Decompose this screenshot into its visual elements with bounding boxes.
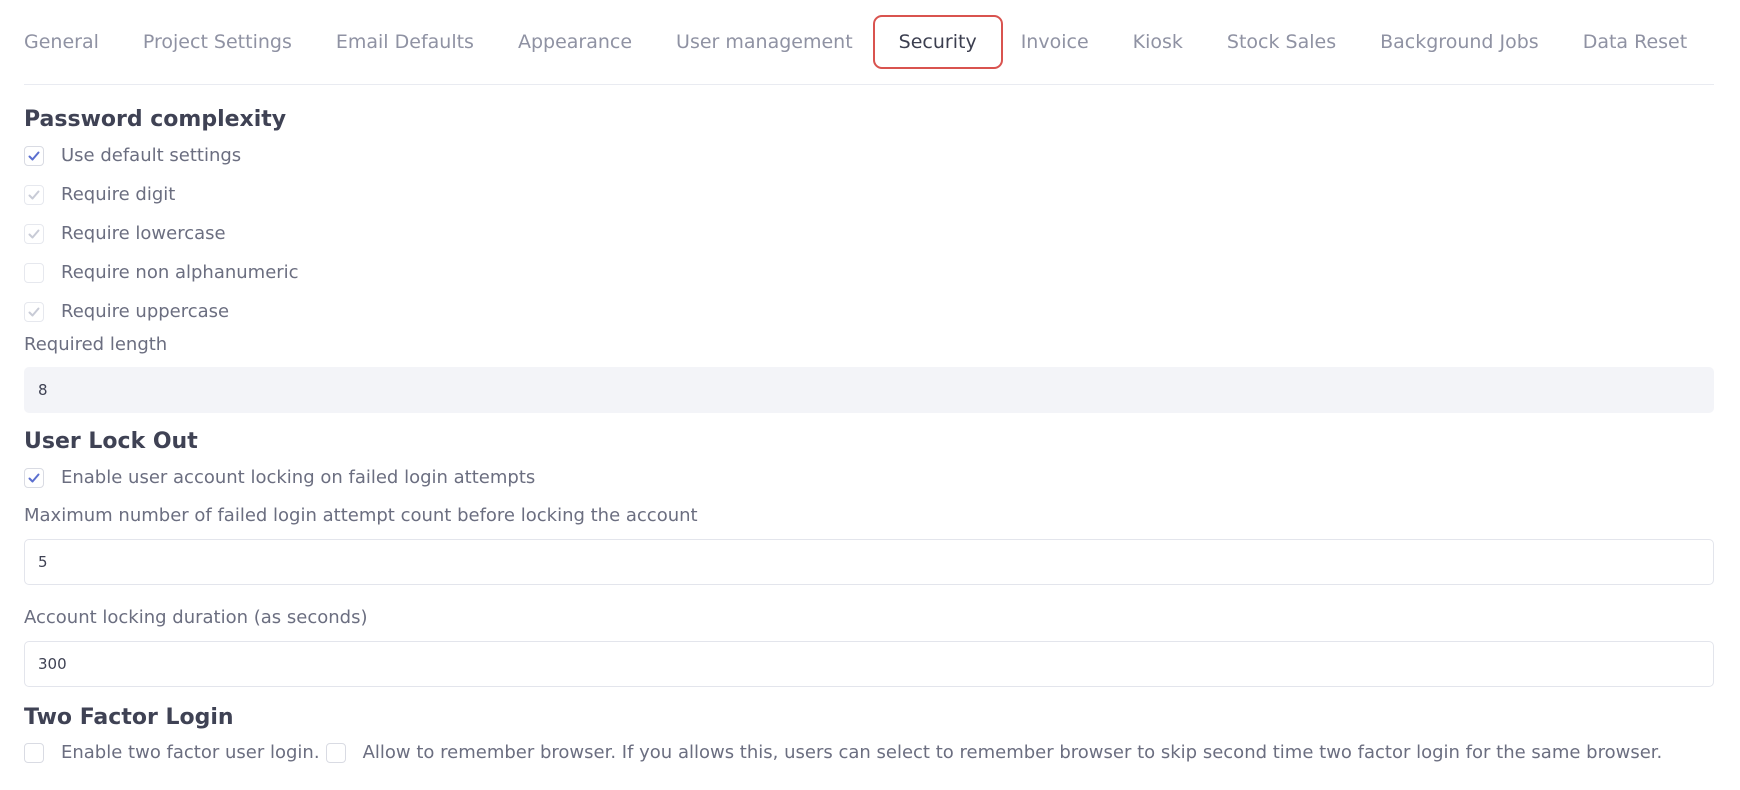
required-length-label: Required length (24, 334, 168, 355)
require-digit-checkbox[interactable] (24, 184, 44, 205)
option-enable-account-locking[interactable]: Enable user account locking on failed lo… (24, 458, 535, 497)
password-complexity-title: Password complexity (24, 107, 287, 132)
max-attempts-label: Maximum number of failed login attempt c… (24, 505, 698, 526)
enable-account-locking-label: Enable user account locking on failed lo… (61, 467, 536, 488)
check-icon (28, 307, 40, 316)
required-length-input[interactable] (24, 367, 1714, 413)
tab-email-defaults[interactable]: Email Defaults (336, 15, 474, 69)
require-uppercase-label: Require uppercase (61, 301, 230, 322)
option-require-digit[interactable]: Require digit (24, 175, 299, 214)
require-non-alphanumeric-label: Require non alphanumeric (61, 262, 299, 283)
check-icon (28, 151, 40, 160)
two-factor-options: Enable two factor user login. Allow to r… (24, 733, 1668, 772)
check-icon (28, 473, 40, 482)
settings-page: General Project Settings Email Defaults … (24, 0, 1714, 763)
tab-stock-sales[interactable]: Stock Sales (1227, 15, 1336, 69)
password-options: Use default settings Require digit Requi… (24, 136, 299, 331)
option-require-uppercase[interactable]: Require uppercase (24, 292, 299, 331)
max-attempts-input[interactable] (24, 539, 1714, 585)
user-lock-out-title: User Lock Out (24, 429, 198, 454)
check-icon (28, 229, 40, 238)
lock-duration-input[interactable] (24, 641, 1714, 687)
settings-tabs: General Project Settings Email Defaults … (24, 0, 1714, 85)
option-use-default-settings[interactable]: Use default settings (24, 136, 299, 175)
tab-general[interactable]: General (24, 15, 99, 69)
tab-data-reset[interactable]: Data Reset (1583, 15, 1687, 69)
enable-two-factor-label: Enable two factor user login. (61, 742, 320, 763)
option-require-lowercase[interactable]: Require lowercase (24, 214, 299, 253)
option-require-non-alphanumeric[interactable]: Require non alphanumeric (24, 253, 299, 292)
use-default-settings-checkbox[interactable] (24, 145, 44, 166)
check-icon (28, 190, 40, 199)
require-non-alphanumeric-checkbox[interactable] (24, 262, 44, 283)
use-default-settings-label: Use default settings (61, 145, 242, 166)
tab-security[interactable]: Security (872, 15, 1003, 69)
remember-browser-checkbox[interactable] (325, 742, 346, 763)
tab-user-management[interactable]: User management (676, 15, 853, 69)
tab-project-settings[interactable]: Project Settings (143, 15, 292, 69)
require-lowercase-label: Require lowercase (61, 223, 226, 244)
tab-invoice[interactable]: Invoice (1021, 15, 1089, 69)
remember-browser-label: Allow to remember browser. If you allows… (362, 742, 1663, 763)
lock-duration-label: Account locking duration (as seconds) (24, 607, 368, 628)
tab-background-jobs[interactable]: Background Jobs (1380, 15, 1539, 69)
enable-account-locking-checkbox[interactable] (24, 467, 44, 488)
tab-kiosk[interactable]: Kiosk (1133, 15, 1183, 69)
require-uppercase-checkbox[interactable] (24, 301, 44, 322)
tab-appearance[interactable]: Appearance (518, 15, 632, 69)
two-factor-title: Two Factor Login (24, 705, 234, 730)
enable-two-factor-checkbox[interactable] (24, 742, 44, 763)
require-digit-label: Require digit (61, 184, 176, 205)
require-lowercase-checkbox[interactable] (24, 223, 44, 244)
